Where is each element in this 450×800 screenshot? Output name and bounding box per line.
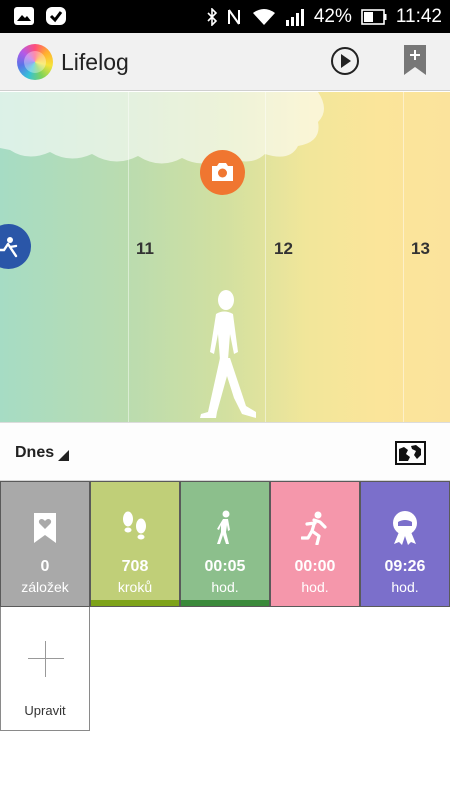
play-button[interactable] <box>330 46 360 76</box>
camera-icon <box>212 163 233 181</box>
tile-walking[interactable]: 00:05 hod. <box>180 481 270 607</box>
tile-running[interactable]: 00:00 hod. <box>270 481 360 607</box>
tile-value: 00:00 <box>294 558 336 575</box>
running-icon <box>301 511 327 545</box>
picture-icon <box>14 7 34 25</box>
map-view-button[interactable] <box>395 441 426 465</box>
bookmark-add-icon <box>404 45 426 75</box>
tile-unit: hod. <box>301 579 329 595</box>
battery-percent: 42% <box>313 5 352 27</box>
date-row: Dnes <box>0 422 450 481</box>
tile-unit: kroků <box>117 579 153 595</box>
tile-bookmarks[interactable]: 0 záložek <box>0 481 90 607</box>
clock: 11:42 <box>395 5 442 27</box>
signal-icon <box>285 8 304 26</box>
check-icon <box>46 7 66 25</box>
tile-value: 708 <box>121 558 149 575</box>
summary-tiles: 0 záložek 708 kroků 00:05 hod. 00:00 hod… <box>0 481 450 607</box>
app-title: Lifelog <box>61 49 129 75</box>
hour-label-12: 12 <box>274 239 293 258</box>
wifi-icon <box>252 8 275 25</box>
footsteps-icon <box>123 511 146 540</box>
walking-icon <box>217 510 230 544</box>
tile-steps[interactable]: 708 kroků <box>90 481 180 607</box>
date-selector[interactable]: Dnes <box>15 444 70 462</box>
walking-person-figure <box>200 290 256 418</box>
hour-label-13: 13 <box>411 239 430 258</box>
map-view-icon <box>395 441 426 465</box>
battery-icon <box>361 8 387 25</box>
status-bar: 42% 11:42 <box>0 0 450 33</box>
tile-unit: hod. <box>391 579 419 595</box>
lifelog-logo <box>17 44 53 80</box>
sleep-medal-icon <box>393 511 417 545</box>
tile-value: 00:05 <box>204 558 246 575</box>
bookmark-add-button[interactable] <box>404 45 426 75</box>
camera-button[interactable] <box>200 150 245 195</box>
run-activity-bubble[interactable] <box>0 224 31 269</box>
tile-sleep[interactable]: 09:26 hod. <box>360 481 450 607</box>
tile-value: 0 <box>40 558 50 575</box>
tile-unit: hod. <box>211 579 239 595</box>
dropdown-triangle-icon <box>58 450 70 461</box>
date-label: Dnes <box>15 444 55 461</box>
tile-progress-bar <box>91 600 179 606</box>
nfc-icon <box>227 8 240 25</box>
heart-bookmark-icon <box>34 513 56 543</box>
tile-unit: záložek <box>21 579 69 595</box>
run-activity-icon <box>0 237 18 258</box>
play-icon <box>331 47 359 75</box>
edit-label: Upravit <box>24 703 66 718</box>
action-bar: Lifelog <box>0 33 450 91</box>
timeline[interactable]: 10 11 12 13 <box>0 92 450 422</box>
edit-tiles-button[interactable]: Upravit <box>0 607 90 731</box>
hour-label-11: 11 <box>136 239 154 258</box>
tile-progress-bar <box>181 600 269 606</box>
bluetooth-icon <box>207 7 217 26</box>
tile-value: 09:26 <box>384 558 426 575</box>
